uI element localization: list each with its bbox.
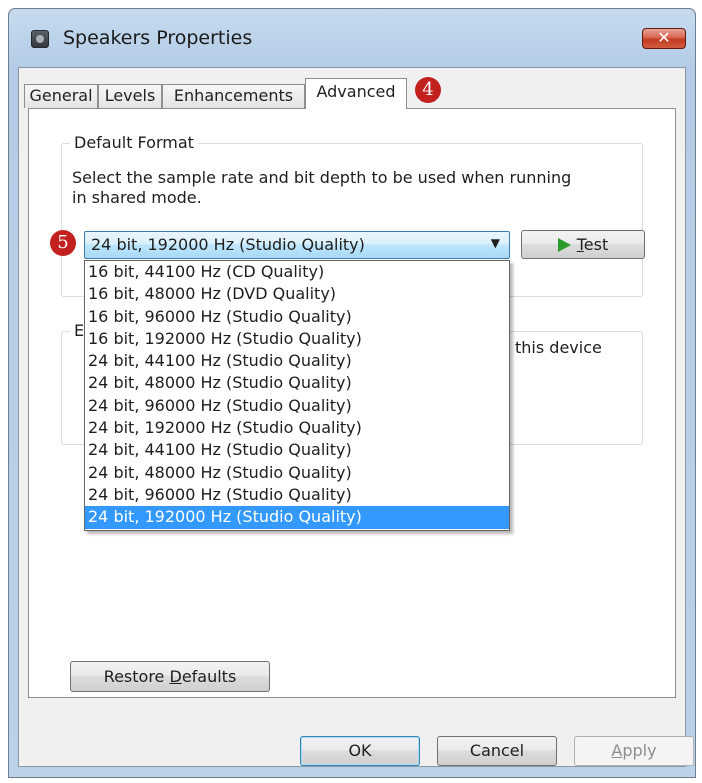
sample-rate-selected-value: 24 bit, 192000 Hz (Studio Quality) — [91, 235, 365, 254]
play-icon — [557, 237, 571, 252]
sample-rate-option[interactable]: 24 bit, 44100 Hz (Studio Quality) — [85, 350, 509, 372]
sample-rate-dropdown-list[interactable]: 16 bit, 44100 Hz (CD Quality) 16 bit, 48… — [84, 260, 510, 531]
sample-rate-option[interactable]: 24 bit, 48000 Hz (Studio Quality) — [85, 462, 509, 484]
title-bar[interactable]: Speakers Properties ✕ — [9, 9, 695, 67]
test-label-rest: est — [583, 235, 609, 254]
sample-rate-combobox[interactable]: 24 bit, 192000 Hz (Studio Quality) ▼ — [84, 231, 510, 259]
restore-defaults-button[interactable]: Restore Defaults — [70, 661, 270, 692]
step-marker-4: 4 — [415, 77, 441, 103]
sample-rate-option[interactable]: 16 bit, 192000 Hz (Studio Quality) — [85, 328, 509, 350]
apply-label-post: pply — [622, 741, 657, 760]
chevron-down-icon[interactable]: ▼ — [491, 236, 500, 250]
close-button[interactable]: ✕ — [642, 28, 686, 49]
ok-button[interactable]: OK — [300, 736, 420, 766]
restore-defaults-label-pre: Restore — [103, 667, 170, 686]
tab-general[interactable]: General — [24, 84, 98, 108]
apply-button[interactable]: Apply — [574, 736, 694, 766]
apply-mnemonic: A — [611, 741, 623, 760]
tab-enhancements[interactable]: Enhancements — [162, 84, 305, 108]
sample-rate-option-selected[interactable]: 24 bit, 192000 Hz (Studio Quality) — [85, 506, 509, 529]
sample-rate-option[interactable]: 16 bit, 96000 Hz (Studio Quality) — [85, 306, 509, 328]
step-marker-5: 5 — [50, 230, 76, 256]
tab-strip: General Levels Enhancements Advanced 4 — [19, 77, 687, 109]
exclusive-mode-text-partial: this device — [515, 338, 602, 357]
tab-levels[interactable]: Levels — [98, 84, 162, 108]
sample-rate-option[interactable]: 16 bit, 44100 Hz (CD Quality) — [85, 261, 509, 283]
tab-advanced[interactable]: Advanced — [305, 78, 407, 109]
default-format-description-line1: Select the sample rate and bit depth to … — [72, 168, 572, 187]
sample-rate-option[interactable]: 16 bit, 48000 Hz (DVD Quality) — [85, 283, 509, 305]
sample-rate-option[interactable]: 24 bit, 192000 Hz (Studio Quality) — [85, 417, 509, 439]
default-format-title: Default Format — [70, 133, 198, 152]
restore-defaults-mnemonic: D — [169, 667, 182, 686]
sample-rate-option[interactable]: 24 bit, 48000 Hz (Studio Quality) — [85, 372, 509, 394]
speaker-icon — [31, 30, 49, 48]
restore-defaults-label-post: efaults — [181, 667, 237, 686]
test-button[interactable]: Test — [521, 230, 645, 259]
cancel-button[interactable]: Cancel — [437, 736, 557, 766]
sample-rate-option[interactable]: 24 bit, 44100 Hz (Studio Quality) — [85, 439, 509, 461]
window-title: Speakers Properties — [63, 27, 253, 49]
default-format-description-line2: in shared mode. — [72, 188, 202, 207]
test-mnemonic: T — [576, 235, 584, 254]
sample-rate-option[interactable]: 24 bit, 96000 Hz (Studio Quality) — [85, 484, 509, 506]
sample-rate-option[interactable]: 24 bit, 96000 Hz (Studio Quality) — [85, 395, 509, 417]
